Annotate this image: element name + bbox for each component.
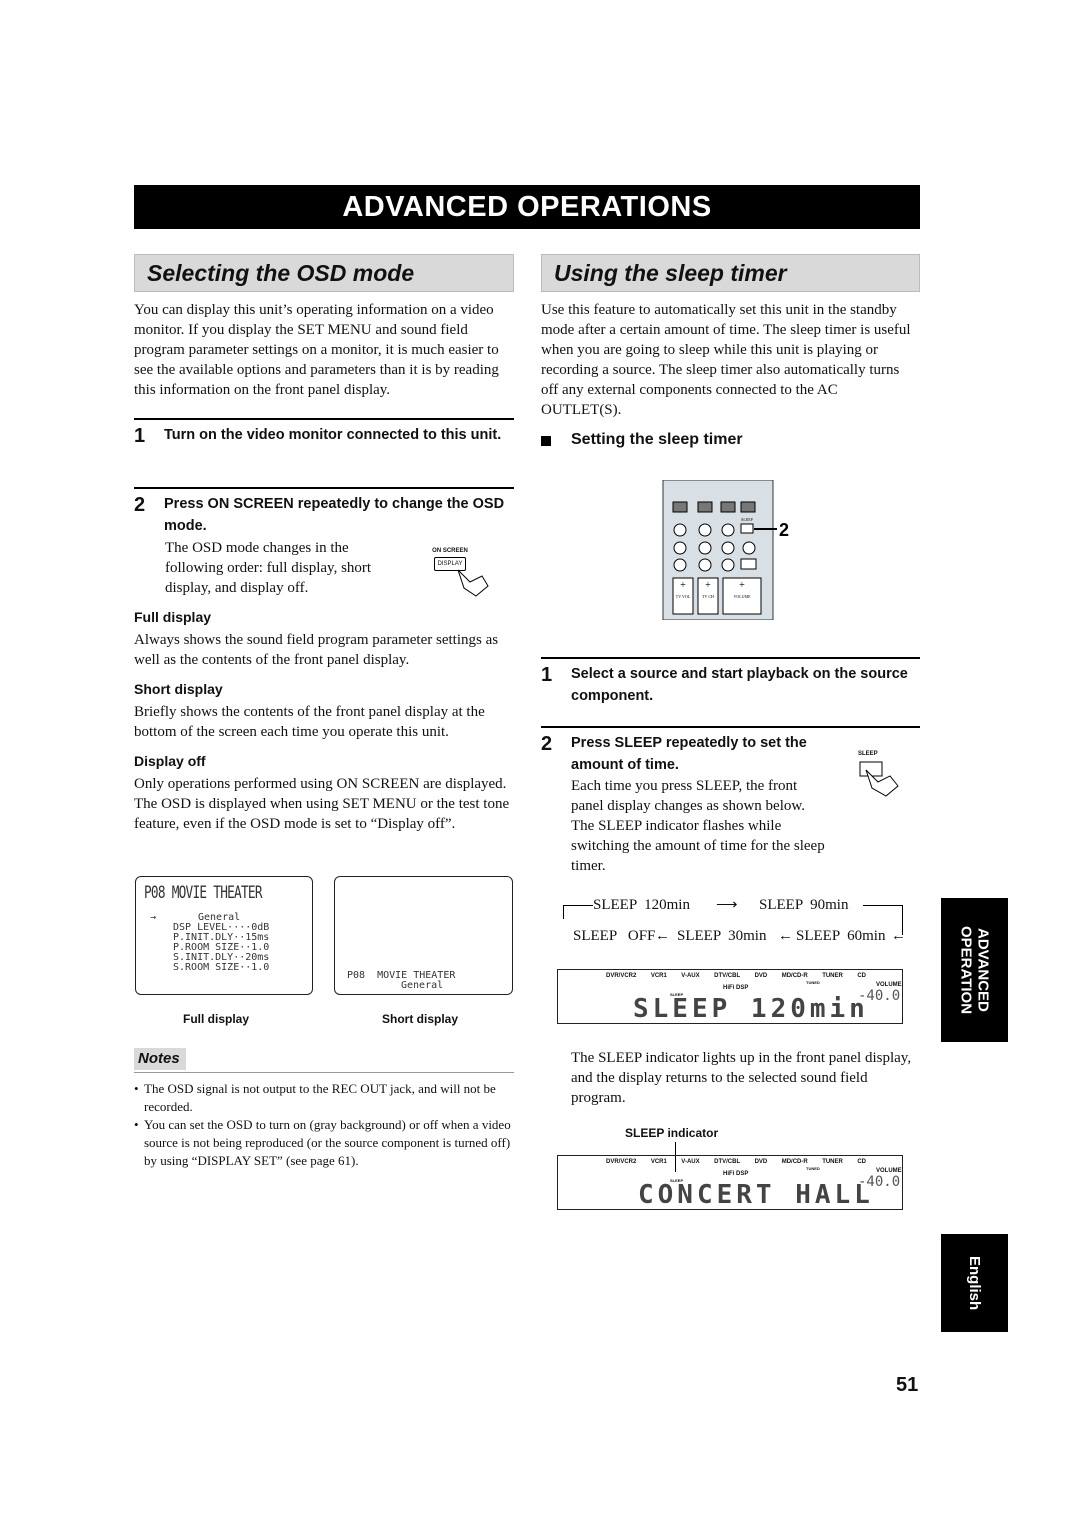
osd-arrow: → <box>150 912 157 923</box>
hand-pressing-sleep-icon <box>859 761 899 797</box>
power-av-button <box>697 501 713 513</box>
svg-text:TV VOL: TV VOL <box>676 594 691 599</box>
standby-button <box>720 501 736 513</box>
side-tab-section: ADVANCED OPERATION <box>941 898 1008 1042</box>
sleep-button-label: SLEEP <box>858 751 878 757</box>
hifi-dsp-label: HiFi DSP <box>723 1171 749 1177</box>
notes-title: Notes <box>134 1048 186 1070</box>
section-title-osd: Selecting the OSD mode <box>134 254 514 292</box>
sequence-60: SLEEP 60min <box>796 928 886 944</box>
svg-text:SLEEP: SLEEP <box>741 517 754 522</box>
sequence-120: SLEEP 120min <box>593 897 690 913</box>
hand-pointer-icon <box>457 569 489 597</box>
osd-step-2-body: The OSD mode changes in the following or… <box>165 540 372 596</box>
osd-short-line2: General <box>401 980 444 991</box>
svg-text:VOLUME: VOLUME <box>733 594 751 599</box>
square-bullet-icon <box>541 436 551 446</box>
sleep-indicator-caption: SLEEP indicator <box>625 1126 719 1140</box>
remote-control-illustration: 2 + + + TV VOL TV CH VOLUME SLEEP <box>662 480 789 620</box>
osd-full-display: P08 MOVIE THEATER → General DSP LEVEL···… <box>135 876 313 995</box>
osd-short-display: P08 MOVIE THEATER General <box>334 876 513 995</box>
section-title-sleep: Using the sleep timer <box>541 254 920 292</box>
hifi-dsp-label: HiFi DSP <box>723 985 749 991</box>
input-indicators: DVR/VCR2 VCR1 V-AUX DTV/CBL DVD MD/CD-R TUNER C… <box>606 973 866 979</box>
step-number: 2 <box>541 733 553 755</box>
sleep-subhead: Setting the sleep timer <box>571 431 743 448</box>
osd-step-2: 2 Press ON SCREEN repeatedly to change th… <box>134 487 514 537</box>
sleep-after-text: The SLEEP indicator lights up in the fro… <box>571 1050 912 1106</box>
svg-text:+: + <box>680 580 686 591</box>
on-screen-label: ON SCREEN <box>432 548 468 554</box>
svg-text:TV CH: TV CH <box>702 594 714 599</box>
main-display-text: CONCERT HALL <box>638 1180 874 1210</box>
step-number: 1 <box>541 664 553 686</box>
sleep-step-1: 1 Select a source and start playback on t… <box>541 657 920 707</box>
full-display-body: Always shows the sound field program par… <box>134 632 499 668</box>
power-tv-button <box>672 501 688 513</box>
note-item: You can set the OSD to turn on (gray bac… <box>144 1117 511 1168</box>
sequence-90: SLEEP 90min <box>759 897 849 913</box>
remote-callout: 2 <box>779 520 789 540</box>
on-screen-button-illustration: ON SCREEN DISPLAY <box>430 548 492 598</box>
display-off-body: Only operations performed using ON SCREE… <box>134 776 510 832</box>
short-display-title: Short display <box>134 681 223 697</box>
note-item: The OSD signal is not output to the REC … <box>144 1081 496 1114</box>
step-text: Select a source and start playback on th… <box>571 666 908 704</box>
notes-divider <box>134 1072 514 1073</box>
display-off-title: Display off <box>134 753 206 769</box>
step-text: Press ON SCREEN repeatedly to change the… <box>164 496 505 534</box>
sleep-step-2-body: Each time you press SLEEP, the front pan… <box>571 778 825 874</box>
full-display-title: Full display <box>134 609 212 625</box>
sleep-sequence: SLEEP 120min ⟶ SLEEP 90min SLEEP OFF ← S… <box>541 895 911 945</box>
notes-list: • The OSD signal is not output to the REC… <box>134 1080 514 1170</box>
full-display-caption: Full display <box>183 1012 250 1026</box>
system-power-button <box>740 501 756 513</box>
front-panel-display-sleep: DVR/VCR2 VCR1 V-AUX DTV/CBL DVD MD/CD-R TUNER C… <box>557 969 903 1024</box>
page-banner: ADVANCED OPERATIONS <box>134 185 920 229</box>
svg-text:+: + <box>739 580 745 591</box>
side-tab-language: English <box>941 1234 1008 1332</box>
osd-title: P08 MOVIE THEATER <box>144 883 263 903</box>
osd-step-1: 1 Turn on the video monitor connected to … <box>134 418 514 448</box>
svg-text:+: + <box>705 580 711 591</box>
page-number: 51 <box>896 1374 919 1396</box>
front-panel-display-concert-hall: DVR/VCR2 VCR1 V-AUX DTV/CBL DVD MD/CD-R TUNER C… <box>557 1155 903 1210</box>
tuned-indicator: TUNED <box>806 1166 820 1171</box>
sleep-intro: Use this feature to automatically set th… <box>541 302 911 418</box>
short-display-body: Briefly shows the contents of the front … <box>134 704 485 740</box>
step-text: Turn on the video monitor connected to t… <box>164 427 502 443</box>
step-text: Press SLEEP repeatedly to set the amount… <box>571 735 807 773</box>
osd-line: S.ROOM SIZE··1.0 <box>173 962 270 973</box>
input-indicators: DVR/VCR2 VCR1 V-AUX DTV/CBL DVD MD/CD-R TUNER C… <box>606 1159 866 1165</box>
step-number: 2 <box>134 494 146 516</box>
sequence-30: SLEEP 30min <box>677 928 767 944</box>
tuned-indicator: TUNED <box>806 980 820 985</box>
short-display-caption: Short display <box>382 1012 459 1026</box>
step-number: 1 <box>134 425 146 447</box>
osd-intro: You can display this unit’s operating in… <box>134 302 499 398</box>
sequence-off: SLEEP OFF <box>573 928 656 944</box>
main-display-text: SLEEP 120min <box>633 994 869 1024</box>
